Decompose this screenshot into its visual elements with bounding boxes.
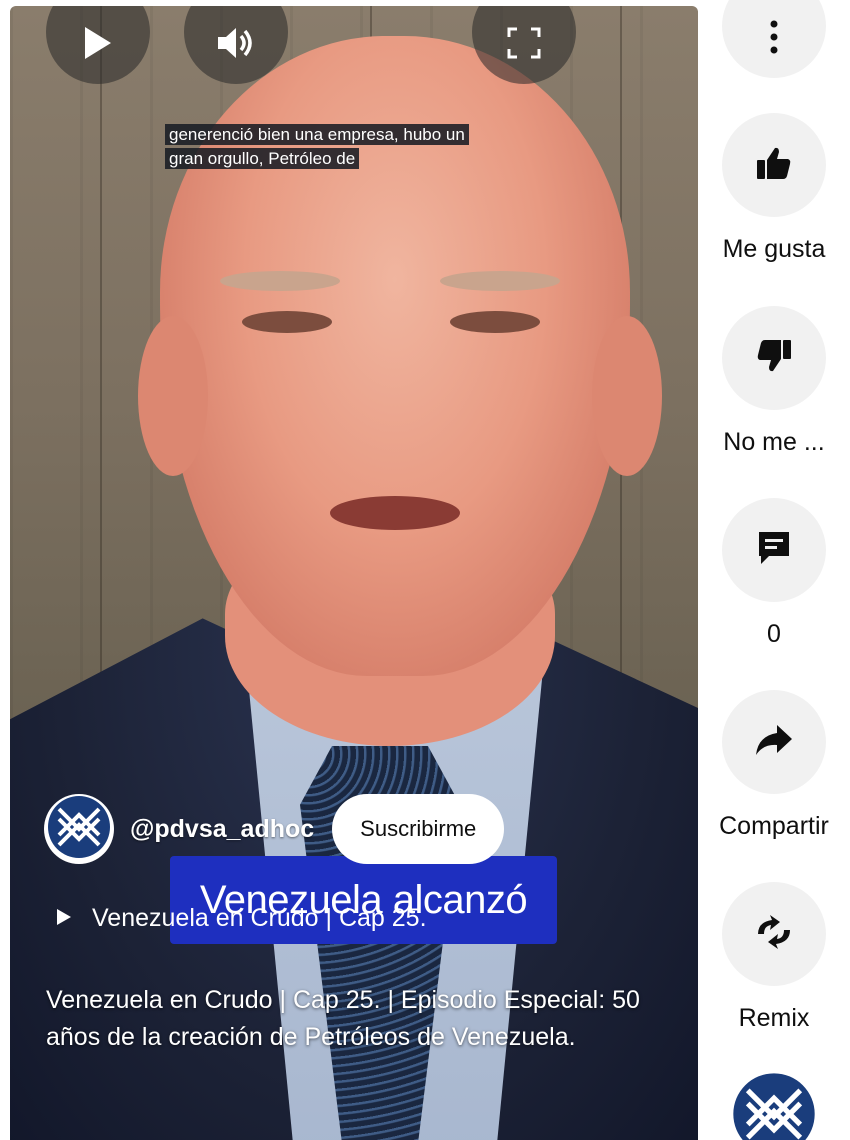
play-button[interactable] <box>46 6 150 84</box>
speaker-ear <box>592 316 662 476</box>
video-player[interactable]: generenció bien una empresa, hubo un gra… <box>10 6 698 1140</box>
caption-line: generenció bien una empresa, hubo un <box>165 124 469 145</box>
action-column: Me gusta No me ... 0 Compartir Remix <box>698 0 850 1140</box>
remix-button[interactable] <box>722 882 826 986</box>
playlist-link[interactable]: Venezuela en Crudo | Cap 25. <box>56 904 427 933</box>
channel-row: @pdvsa_adhoc Suscribirme <box>44 793 505 865</box>
channel-avatar[interactable] <box>44 794 114 864</box>
share-button[interactable] <box>722 690 826 794</box>
more-vert-icon <box>769 20 779 59</box>
share-icon <box>755 724 793 761</box>
wall-texture <box>100 6 102 706</box>
playlist-title: Venezuela en Crudo | Cap 25. <box>92 904 427 932</box>
channel-thumbnail[interactable] <box>732 1072 816 1140</box>
comment-icon <box>757 530 791 571</box>
subscribe-button[interactable]: Suscribirme <box>332 794 505 864</box>
play-icon <box>83 6 113 65</box>
like-button[interactable] <box>722 113 826 217</box>
volume-icon <box>216 6 256 65</box>
more-options-button[interactable] <box>722 0 826 78</box>
like-label: Me gusta <box>722 235 826 263</box>
pdvsa-logo-icon <box>47 795 111 864</box>
thumbs-up-icon <box>756 146 792 185</box>
video-description[interactable]: Venezuela en Crudo | Cap 25. | Episodio … <box>46 982 676 1056</box>
play-small-icon <box>56 904 92 933</box>
remix-label: Remix <box>738 1004 810 1032</box>
caption-line: gran orgullo, Petróleo de <box>165 148 360 169</box>
closed-caption: generenció bien una empresa, hubo un gra… <box>165 123 570 171</box>
share-label: Compartir <box>719 812 829 840</box>
comments-count: 0 <box>767 620 781 648</box>
remix-icon <box>754 914 794 955</box>
speaker-brow <box>220 271 340 291</box>
fullscreen-icon <box>507 6 541 64</box>
channel-handle[interactable]: @pdvsa_adhoc <box>130 815 314 844</box>
speaker-eye <box>242 311 332 333</box>
speaker-mouth <box>330 496 460 530</box>
comments-button[interactable] <box>722 498 826 602</box>
thumbs-down-icon <box>756 339 792 378</box>
dislike-label: No me ... <box>723 428 825 456</box>
speaker-eye <box>450 311 540 333</box>
speaker-brow <box>440 271 560 291</box>
dislike-button[interactable] <box>722 306 826 410</box>
pdvsa-logo-icon <box>732 1072 816 1140</box>
speaker-ear <box>138 316 208 476</box>
